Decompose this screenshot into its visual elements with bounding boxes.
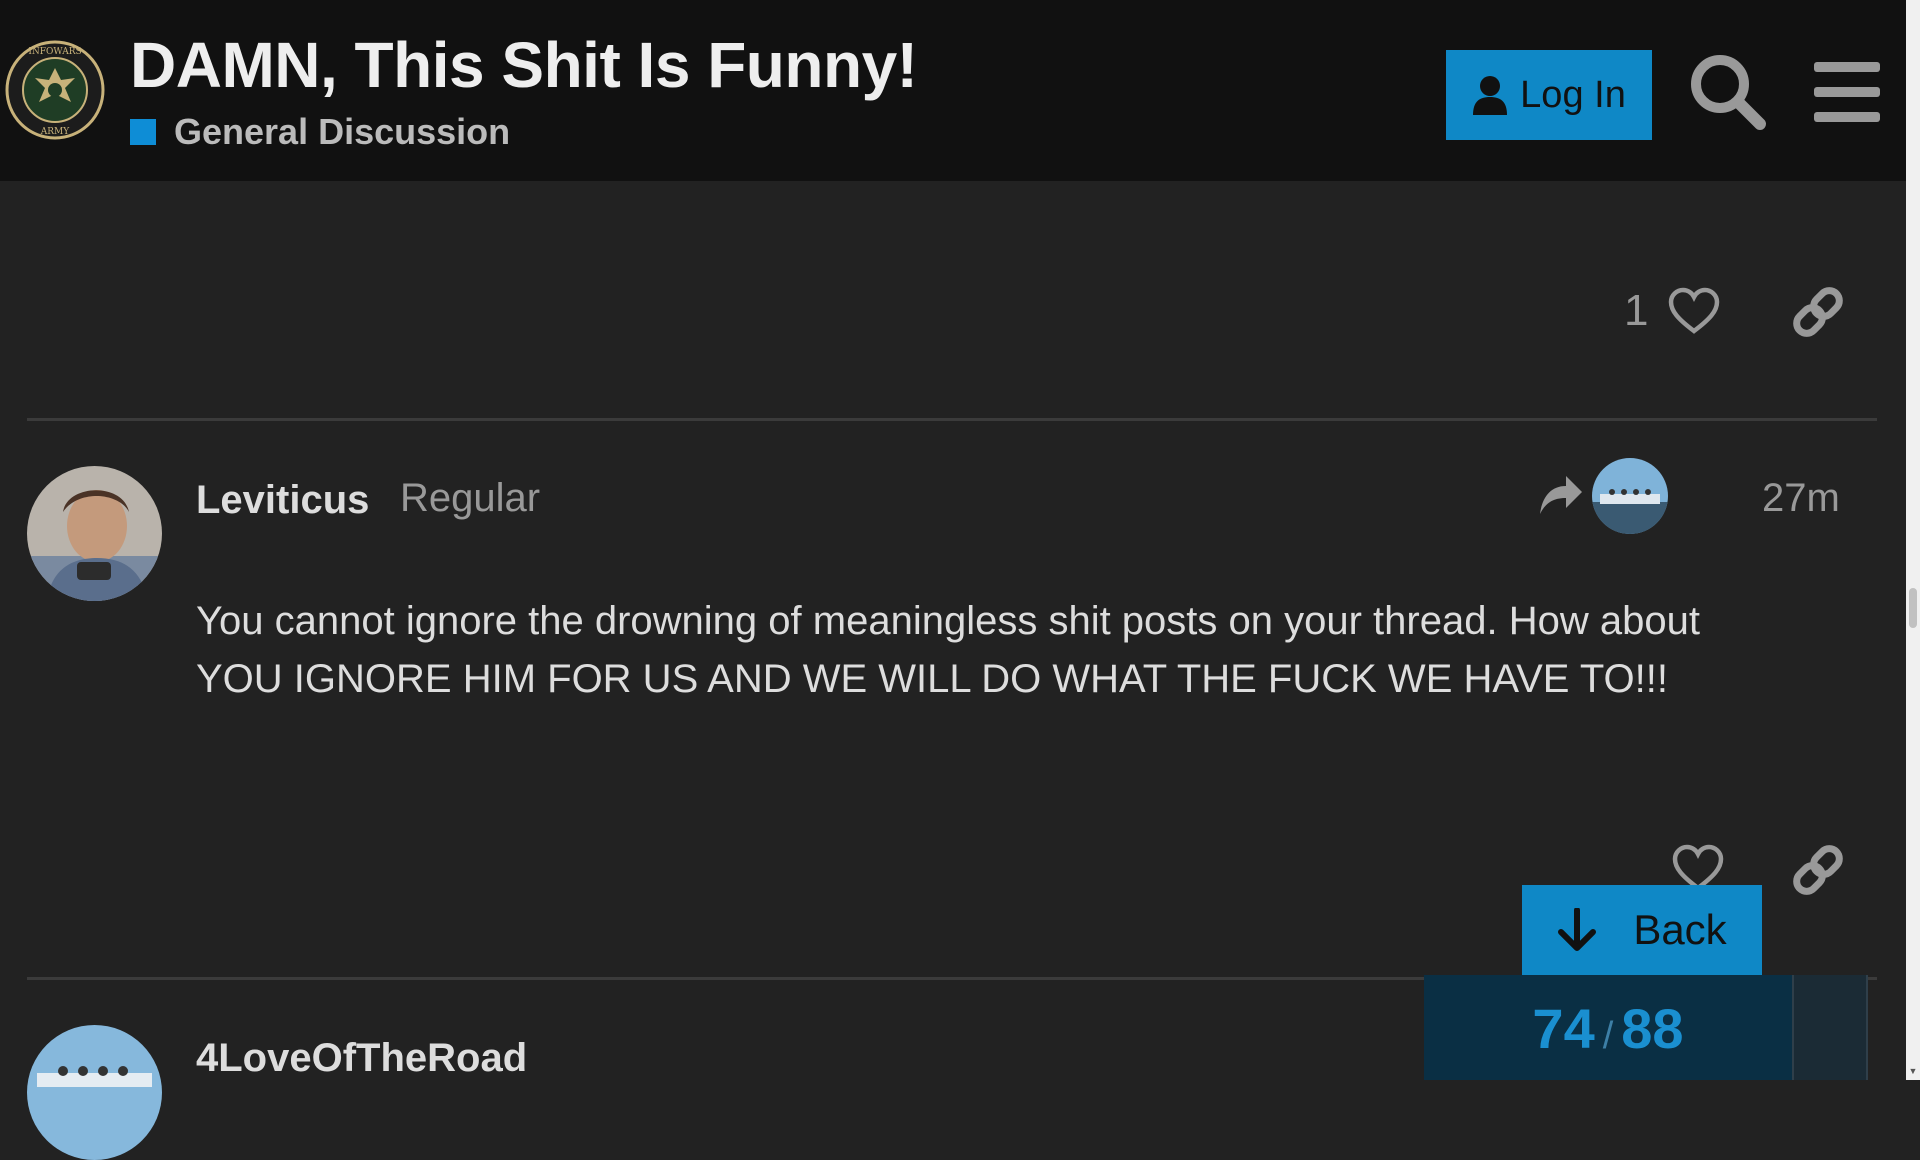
category-badge[interactable]: General Discussion: [130, 110, 510, 154]
post-date[interactable]: 27m: [1762, 476, 1840, 521]
login-label: Log In: [1520, 73, 1626, 116]
site-header: INFOWARS ARMY DAMN, This Shit Is Funny! …: [0, 0, 1906, 181]
heart-icon[interactable]: [1668, 287, 1720, 335]
site-logo[interactable]: INFOWARS ARMY: [5, 40, 105, 140]
back-button[interactable]: Back: [1522, 885, 1762, 975]
page-scrollbar[interactable]: ▼: [1906, 0, 1920, 1080]
progress-separator: /: [1602, 1015, 1614, 1057]
post-divider: [27, 418, 1877, 421]
user-icon: [1473, 76, 1508, 115]
svg-text:ARMY: ARMY: [40, 127, 70, 137]
user-title: Regular: [400, 476, 541, 520]
progress-total: 88: [1621, 997, 1684, 1060]
post-username[interactable]: Leviticus: [196, 478, 369, 523]
hamburger-menu-icon: [1814, 62, 1880, 122]
scroll-down-arrow-icon[interactable]: ▼: [1908, 1066, 1918, 1076]
like-count[interactable]: 1: [1624, 286, 1648, 336]
post-actions-previous: 1: [1624, 286, 1720, 336]
topic-title[interactable]: DAMN, This Shit Is Funny!: [130, 28, 918, 102]
back-label: Back: [1633, 906, 1727, 953]
post-body: You cannot ignore the drowning of meanin…: [196, 599, 1700, 701]
search-icon: [1691, 55, 1766, 130]
user-avatar-image: [27, 1025, 162, 1160]
login-button[interactable]: Log In: [1446, 50, 1652, 140]
link-icon: [1793, 287, 1843, 337]
copy-link-button[interactable]: [1790, 284, 1846, 340]
topic-progress-strip[interactable]: [1792, 975, 1868, 1080]
post-username[interactable]: 4LoveOfTheRoad: [196, 1036, 527, 1081]
copy-link-button[interactable]: [1790, 842, 1846, 898]
scrollbar-thumb[interactable]: [1909, 588, 1917, 628]
progress-current: 74: [1532, 997, 1595, 1060]
search-button[interactable]: [1688, 52, 1768, 132]
arrow-down-icon: [1558, 908, 1597, 951]
category-color-swatch: [130, 119, 156, 145]
reply-to-avatar-image: [1592, 458, 1668, 534]
topic-progress-text: 74/88: [1424, 996, 1792, 1061]
infowars-army-seal-logo: INFOWARS ARMY: [5, 40, 105, 140]
link-icon: [1793, 845, 1843, 895]
reply-to-indicator[interactable]: [1538, 474, 1584, 516]
svg-text:INFOWARS: INFOWARS: [28, 47, 81, 57]
hamburger-menu-button[interactable]: [1814, 60, 1880, 124]
avatar[interactable]: [27, 466, 162, 601]
reply-to-avatar[interactable]: [1592, 458, 1668, 534]
avatar[interactable]: [27, 1025, 162, 1160]
user-avatar-image: [27, 466, 162, 601]
category-label: General Discussion: [174, 111, 511, 152]
share-arrow-icon: [1540, 476, 1582, 514]
